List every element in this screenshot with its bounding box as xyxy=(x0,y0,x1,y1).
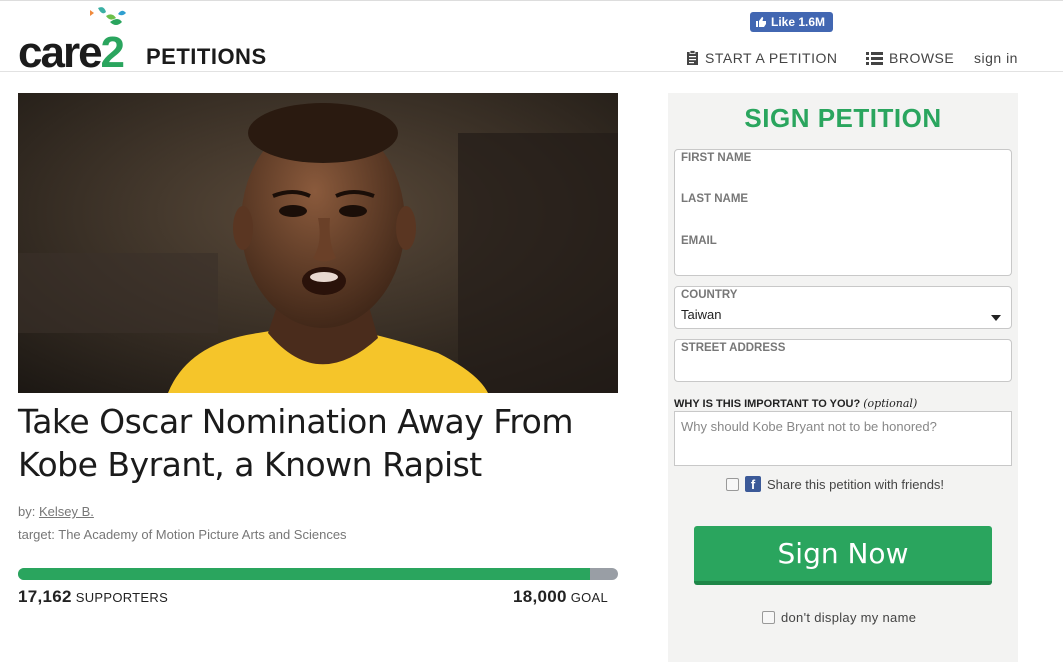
why-important-text: WHY IS THIS IMPORTANT TO YOU? xyxy=(674,398,861,410)
why-important-textarea[interactable]: Why should Kobe Bryant not to be honored… xyxy=(674,411,1012,466)
first-name-field[interactable]: FIRST NAME xyxy=(674,149,1012,192)
sign-in-link[interactable]: sign in xyxy=(974,50,1018,66)
share-label: Share this petition with friends! xyxy=(767,476,945,492)
street-address-field[interactable]: STREET ADDRESS xyxy=(674,339,1012,382)
facebook-like-label: Like 1.6M xyxy=(771,15,826,29)
clipboard-icon xyxy=(687,50,698,65)
last-name-label: LAST NAME xyxy=(681,193,749,205)
logo-care: care xyxy=(18,28,103,77)
sign-now-button[interactable]: Sign Now xyxy=(694,526,992,585)
dropdown-caret-icon xyxy=(991,315,1001,321)
email-field[interactable]: EMAIL xyxy=(674,233,1012,276)
browse-label: BROWSE xyxy=(889,50,955,66)
logo-wordmark: care2 xyxy=(18,28,126,78)
hero-photo xyxy=(18,93,618,393)
logo-petitions: PETITIONS xyxy=(146,44,267,69)
author-link[interactable]: Kelsey B. xyxy=(39,504,94,519)
logo-two: 2 xyxy=(100,28,126,77)
sign-petition-title: SIGN PETITION xyxy=(744,103,942,133)
start-petition-label: START A PETITION xyxy=(705,50,838,66)
goal-count: 18,000 GOAL xyxy=(513,587,608,607)
why-optional-text: (optional) xyxy=(863,397,918,410)
petition-target: target: The Academy of Motion Picture Ar… xyxy=(18,527,347,542)
signature-progress-bar xyxy=(18,568,618,580)
goal-label: GOAL xyxy=(570,590,609,605)
by-prefix: by: xyxy=(18,504,36,519)
sign-petition-panel: SIGN PETITION FIRST NAME LAST NAME EMAIL… xyxy=(668,93,1018,662)
hide-name-option: don't display my name xyxy=(762,610,916,625)
share-with-friends: f Share this petition with friends! xyxy=(726,476,944,492)
why-placeholder: Why should Kobe Bryant not to be honored… xyxy=(681,419,937,434)
street-address-label: STREET ADDRESS xyxy=(681,342,786,354)
progress-fill xyxy=(18,568,591,580)
share-checkbox[interactable] xyxy=(726,477,739,491)
why-important-label: WHY IS THIS IMPORTANT TO YOU? (optional) xyxy=(674,397,917,410)
goal-number: 18,000 xyxy=(513,587,567,606)
site-header: care2 PETITIONS Like 1.6M START A PETITI… xyxy=(0,0,1063,77)
country-value: Taiwan xyxy=(681,307,722,322)
country-select[interactable]: COUNTRY Taiwan xyxy=(674,286,1012,329)
target-prefix: target: xyxy=(18,527,55,542)
petition-author: by: Kelsey B. xyxy=(18,504,94,519)
petition-title: Take Oscar Nomination Away From Kobe Byr… xyxy=(18,402,574,484)
email-label: EMAIL xyxy=(681,235,717,247)
hide-name-checkbox[interactable] xyxy=(762,611,775,624)
care2-logo[interactable]: care2 PETITIONS xyxy=(18,6,278,77)
thumbs-up-icon xyxy=(756,17,766,27)
hide-name-label: don't display my name xyxy=(781,610,917,625)
last-name-field[interactable]: LAST NAME xyxy=(674,191,1012,234)
supporters-number: 17,162 xyxy=(18,587,72,606)
list-icon xyxy=(866,51,883,65)
browse-link[interactable]: BROWSE xyxy=(866,50,954,66)
first-name-label: FIRST NAME xyxy=(681,152,752,164)
target-value: The Academy of Motion Picture Arts and S… xyxy=(58,527,347,542)
petition-hero-image xyxy=(18,93,618,393)
country-label: COUNTRY xyxy=(681,289,738,301)
sign-in-label: sign in xyxy=(974,50,1018,66)
supporters-count: 17,162 SUPPORTERS xyxy=(18,587,168,607)
start-petition-link[interactable]: START A PETITION xyxy=(686,50,837,66)
facebook-like-button[interactable]: Like 1.6M xyxy=(750,12,833,32)
supporters-label: SUPPORTERS xyxy=(75,590,169,605)
facebook-icon: f xyxy=(745,476,761,492)
